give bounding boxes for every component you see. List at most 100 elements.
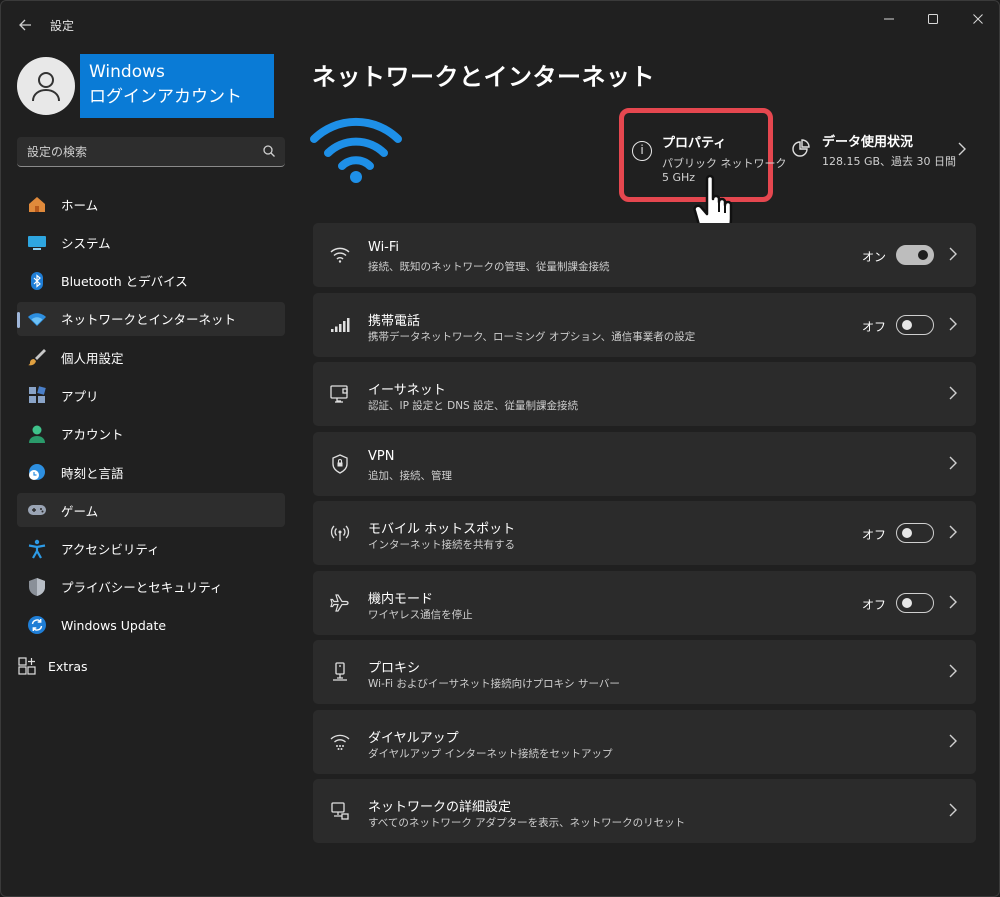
sidebar-item-label: 時刻と言語 (61, 465, 124, 481)
chevron-right-icon (958, 142, 966, 156)
sidebar-item-system[interactable]: システム (17, 225, 285, 259)
pie-chart-icon (792, 139, 810, 157)
row-title: ネットワークの詳細設定 (368, 800, 512, 815)
sidebar-item-apps[interactable]: アプリ (17, 378, 285, 412)
row-advanced-network[interactable]: ネットワークの詳細設定 すべてのネットワーク アダプターを表示、ネットワークのリ… (313, 779, 976, 843)
minimize-button[interactable] (875, 9, 903, 29)
network-band: 5 GHz (662, 171, 696, 184)
row-subtitle: 認証、IP 設定と DNS 設定、従量制課金接続 (368, 400, 579, 412)
sidebar-nav: ホーム システム Bluetooth とデバイス ネットワークとインターネット … (17, 187, 285, 647)
sidebar-item-label: Windows Update (61, 617, 167, 633)
maximize-button[interactable] (919, 9, 947, 29)
chevron-right-icon (949, 803, 957, 817)
data-usage-card[interactable]: データ使用状況 128.15 GB、過去 30 日間 (791, 125, 971, 175)
sidebar-item-gaming[interactable]: ゲーム (17, 493, 285, 528)
user-icon (32, 72, 60, 102)
search-box[interactable] (17, 137, 285, 167)
row-subtitle: 接続、既知のネットワークの管理、従量制課金接続 (368, 261, 610, 273)
settings-list: Wi-Fi 接続、既知のネットワークの管理、従量制課金接続 オン 携帯電話 携帯… (313, 223, 976, 849)
chevron-right-icon (949, 595, 957, 608)
row-cellular[interactable]: 携帯電話 携帯データネットワーク、ローミング オプション、通信事業者の設定 オフ (313, 292, 976, 357)
search-icon[interactable] (261, 143, 277, 159)
proxy-icon (329, 661, 351, 683)
update-icon (27, 615, 47, 635)
toggle-knob (918, 250, 928, 260)
wifi-icon (329, 244, 351, 266)
active-indicator (17, 311, 20, 328)
row-wifi[interactable]: Wi-Fi 接続、既知のネットワークの管理、従量制課金接続 オン (313, 223, 976, 287)
sidebar-item-windows-update[interactable]: Windows Update (17, 608, 285, 642)
bluetooth-icon (27, 271, 47, 291)
row-subtitle: 携帯データネットワーク、ローミング オプション、通信事業者の設定 (368, 330, 696, 343)
sidebar-item-label: Extras (48, 658, 88, 674)
system-icon (27, 232, 47, 252)
sidebar-item-accounts[interactable]: アカウント (17, 417, 285, 451)
toggle-state-label: オフ (862, 319, 887, 334)
data-usage-title: データ使用状況 (822, 135, 914, 150)
row-subtitle: インターネット接続を共有する (368, 539, 515, 551)
data-usage-amount: 128.15 GB、過去 30 日間 (822, 155, 957, 168)
home-icon (27, 194, 47, 214)
row-title: ダイヤルアップ (368, 730, 459, 746)
sidebar-item-accessibility[interactable]: アクセシビリティ (17, 532, 285, 566)
row-title: モバイル ホットスポット (368, 522, 516, 537)
vpn-shield-icon (329, 453, 351, 475)
avatar[interactable] (17, 57, 75, 115)
hotspot-icon (329, 522, 351, 544)
wifi-toggle[interactable] (896, 245, 934, 265)
sidebar-item-bluetooth[interactable]: Bluetooth とデバイス (17, 264, 285, 298)
row-title: VPN (368, 448, 395, 464)
row-title: Wi-Fi (368, 240, 400, 255)
sidebar-item-label: 個人用設定 (61, 350, 124, 366)
close-button[interactable] (964, 9, 992, 29)
close-icon (973, 14, 983, 24)
search-input[interactable] (27, 141, 257, 163)
chevron-right-icon (949, 386, 957, 400)
advanced-network-icon (329, 800, 351, 822)
hotspot-toggle[interactable] (896, 523, 934, 543)
back-button[interactable] (13, 13, 37, 37)
app-title: 設定 (50, 19, 75, 33)
sidebar-item-network[interactable]: ネットワークとインターネット (17, 301, 285, 336)
row-subtitle: Wi-Fi およびイーサネット接続向けプロキシ サーバー (368, 678, 620, 690)
title-bar: 設定 (1, 1, 999, 47)
account-line-2: ログインアカウント (89, 87, 242, 107)
sidebar-item-time-language[interactable]: 時刻と言語 (17, 455, 285, 489)
chevron-right-icon (949, 317, 957, 330)
account-icon (27, 424, 47, 444)
chevron-right-icon (949, 734, 957, 747)
sidebar-item-privacy[interactable]: プライバシーとセキュリティ (17, 570, 285, 604)
sidebar-item-label: プライバシーとセキュリティ (61, 580, 223, 596)
sidebar-item-label: ゲーム (61, 503, 99, 519)
airplane-mode-toggle[interactable] (896, 592, 934, 613)
sidebar-item-extras[interactable]: Extras (17, 655, 88, 677)
sidebar-item-label: ホーム (61, 197, 99, 213)
settings-window: 設定 Windows ログインアカウント ホーム システム (0, 0, 1000, 897)
sidebar-item-label: Bluetooth とデバイス (61, 274, 188, 290)
row-subtitle: ワイヤレス通信を停止 (368, 608, 473, 621)
sidebar-item-label: システム (61, 235, 111, 251)
brush-icon (27, 347, 47, 367)
chevron-right-icon (949, 664, 957, 678)
network-type: パブリック ネットワーク (662, 157, 787, 170)
sidebar-item-label: アクセシビリティ (61, 542, 160, 558)
cellular-icon (329, 314, 351, 336)
row-airplane-mode[interactable]: 機内モード ワイヤレス通信を停止 オフ (313, 570, 976, 635)
back-arrow-icon (19, 19, 31, 31)
sidebar-item-personalization[interactable]: 個人用設定 (17, 340, 285, 374)
extras-icon (17, 656, 37, 676)
row-ethernet[interactable]: イーサネット 認証、IP 設定と DNS 設定、従量制課金接続 (313, 362, 976, 426)
row-hotspot[interactable]: モバイル ホットスポット インターネット接続を共有する オフ (313, 501, 976, 565)
row-dialup[interactable]: ダイヤルアップ ダイヤルアップ インターネット接続をセットアップ (313, 709, 976, 774)
toggle-state-label: オフ (862, 528, 887, 542)
toggle-knob (902, 319, 912, 330)
row-vpn[interactable]: VPN 追加、接続、管理 (313, 431, 976, 496)
row-proxy[interactable]: プロキシ Wi-Fi およびイーサネット接続向けプロキシ サーバー (313, 640, 976, 704)
toggle-knob (902, 528, 912, 538)
account-name-box[interactable]: Windows ログインアカウント (80, 54, 274, 118)
row-title: プロキシ (368, 661, 421, 676)
cellular-toggle[interactable] (896, 314, 934, 335)
sidebar-item-home[interactable]: ホーム (17, 187, 285, 221)
chevron-right-icon (949, 525, 957, 539)
gamepad-icon (27, 500, 47, 520)
